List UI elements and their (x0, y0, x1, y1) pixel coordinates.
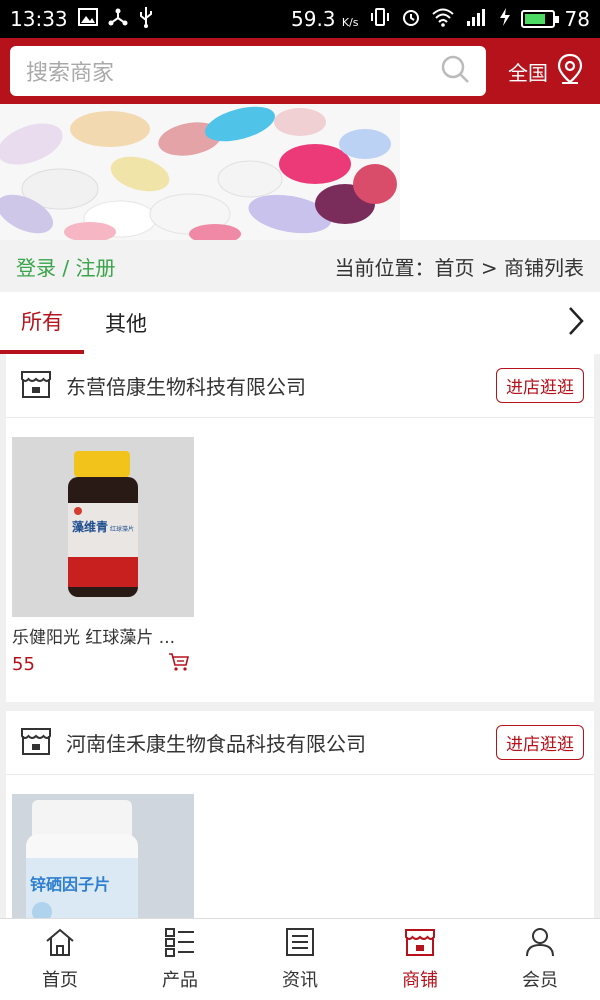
nav-news-label: 资讯 (282, 970, 318, 991)
vibrate-icon (369, 7, 391, 32)
shop-list: 东营倍康生物科技有限公司 进店逛逛 藻维青 红球藻片 乐健阳光 红球藻片 ...… (0, 354, 600, 918)
banner-image[interactable] (0, 104, 600, 240)
product-image[interactable]: 藻维青 红球藻片 (12, 437, 194, 617)
nav-stores[interactable]: 商铺 (360, 919, 480, 1000)
product-price: 55 (12, 653, 35, 675)
usb-icon (138, 6, 154, 33)
bottom-nav: 首页 产品 资讯 商铺 会员 (0, 918, 600, 1000)
tab-all[interactable]: 所有 (0, 292, 84, 354)
category-tabs: 所有 其他 (0, 292, 600, 354)
wifi-icon (431, 7, 455, 32)
nav-home-label: 首页 (42, 970, 78, 991)
tabs-next-button[interactable] (552, 305, 600, 341)
product-label-main: 藻维青 (72, 519, 108, 534)
alarm-icon (401, 7, 421, 32)
search-icon[interactable] (440, 54, 470, 88)
product-name[interactable]: 乐健阳光 红球藻片 ... (12, 623, 194, 648)
product-card[interactable]: 锌硒因子片 (12, 794, 194, 918)
list-icon (164, 927, 196, 962)
shop-card: 河南佳禾康生物食品科技有限公司 进店逛逛 锌硒因子片 (6, 711, 594, 918)
header: 搜索商家 全国 (0, 38, 600, 104)
signal-icon (465, 7, 489, 32)
product-image[interactable]: 锌硒因子片 (12, 794, 194, 918)
region-selector[interactable]: 全国 (508, 53, 590, 90)
shop-card: 东营倍康生物科技有限公司 进店逛逛 藻维青 红球藻片 乐健阳光 红球藻片 ...… (6, 354, 594, 702)
chevron-right-icon (566, 305, 586, 341)
product-label-sub: 红球藻片 (110, 525, 134, 533)
shop-header: 河南佳禾康生物食品科技有限公司 进店逛逛 (6, 711, 594, 775)
network-speed-unit: K/s (341, 16, 359, 29)
news-icon (284, 927, 316, 962)
cart-icon[interactable] (168, 652, 190, 676)
store-icon (20, 369, 52, 403)
nav-products[interactable]: 产品 (120, 919, 240, 1000)
nav-stores-label: 商铺 (402, 970, 438, 991)
nav-member-label: 会员 (522, 970, 558, 991)
product-label-main: 锌硒因子片 (30, 875, 110, 894)
charging-icon (499, 7, 511, 32)
search-input[interactable]: 搜索商家 (10, 46, 486, 96)
shop-name[interactable]: 河南佳禾康生物食品科技有限公司 (66, 728, 366, 757)
nav-news[interactable]: 资讯 (240, 919, 360, 1000)
region-label: 全国 (508, 60, 548, 85)
nav-home[interactable]: 首页 (0, 919, 120, 1000)
store-icon (404, 927, 436, 962)
battery-icon (520, 10, 559, 28)
visit-store-button[interactable]: 进店逛逛 (496, 725, 584, 760)
location-icon (556, 53, 584, 90)
image-icon (77, 7, 98, 31)
breadcrumb: 登录 / 注册 当前位置：首页 > 商铺列表 (0, 240, 600, 292)
status-time: 13:33 (10, 7, 68, 31)
tab-other[interactable]: 其他 (84, 292, 168, 354)
battery-level: 78 (564, 7, 590, 31)
login-register-link[interactable]: 登录 / 注册 (16, 252, 115, 281)
share-icon (108, 7, 128, 32)
shop-name[interactable]: 东营倍康生物科技有限公司 (66, 371, 306, 400)
nav-products-label: 产品 (162, 970, 198, 991)
shop-header: 东营倍康生物科技有限公司 进店逛逛 (6, 354, 594, 418)
home-icon (44, 927, 76, 962)
visit-store-button[interactable]: 进店逛逛 (496, 368, 584, 403)
store-icon (20, 726, 52, 760)
user-icon (524, 927, 556, 962)
nav-member[interactable]: 会员 (480, 919, 600, 1000)
product-card[interactable]: 藻维青 红球藻片 乐健阳光 红球藻片 ... 55 (12, 437, 194, 676)
search-placeholder: 搜索商家 (26, 61, 115, 86)
status-bar: 13:33 59.3 K/s 78 (0, 0, 600, 38)
network-speed: 59.3 (291, 7, 336, 31)
current-location: 当前位置：首页 > 商铺列表 (334, 255, 584, 280)
